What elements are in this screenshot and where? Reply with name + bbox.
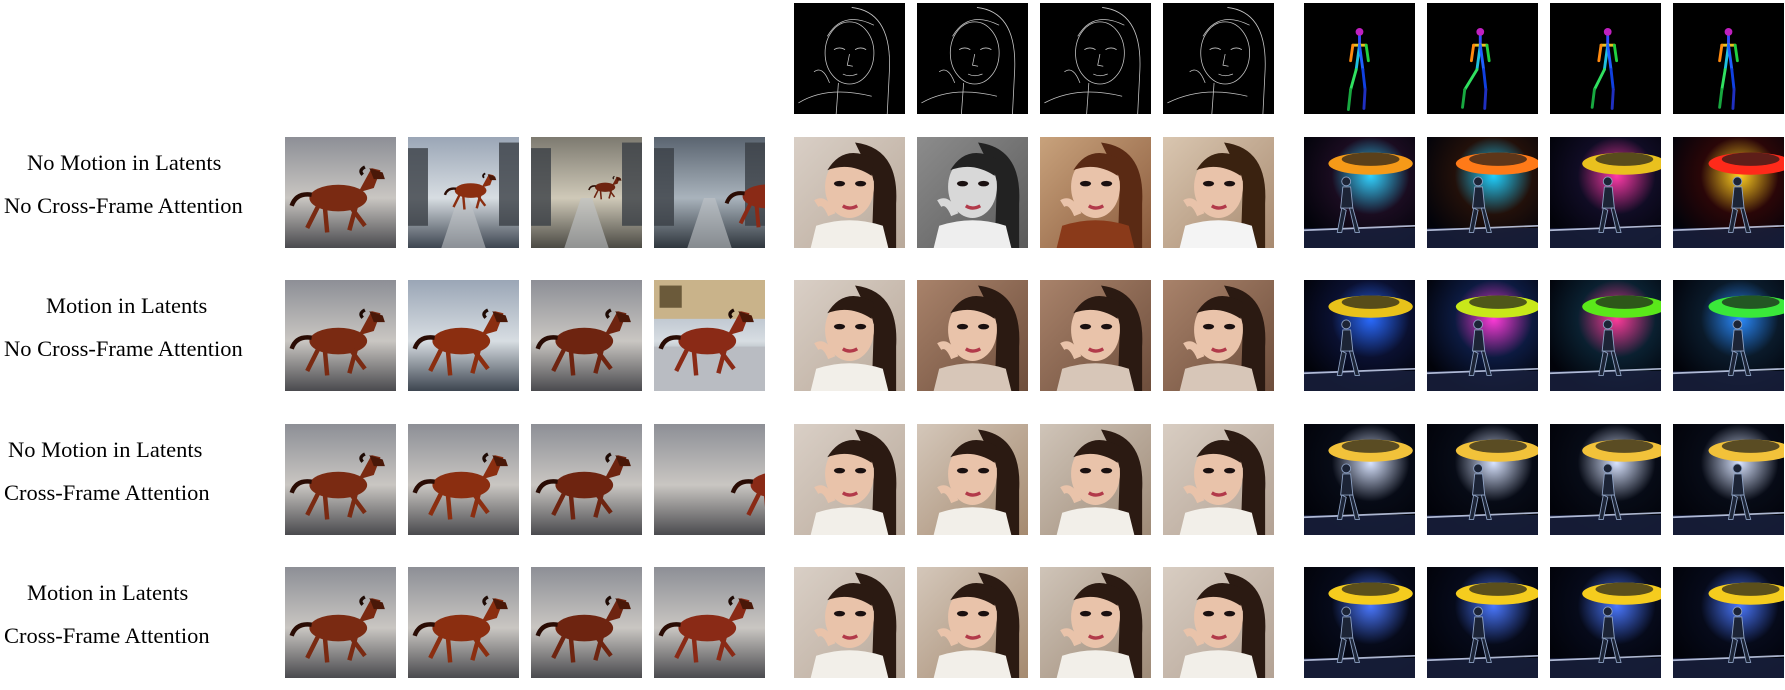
dancer-frame	[1550, 424, 1661, 535]
dancer-frame	[1673, 137, 1784, 248]
portrait-frame	[1040, 137, 1151, 248]
horse-frame	[531, 137, 642, 248]
portrait-frame	[794, 137, 905, 248]
row-label-line2: No Cross-Frame Attention	[4, 193, 243, 218]
pose-skeleton-condition	[1427, 3, 1538, 114]
dancer-frame	[1427, 280, 1538, 391]
row-label-line2: Cross-Frame Attention	[4, 623, 210, 648]
horse-frame	[654, 137, 765, 248]
dancer-frame	[1550, 567, 1661, 678]
horse-frame	[285, 424, 396, 535]
row-label-line1: Motion in Latents	[46, 293, 208, 318]
portrait-frame	[1163, 280, 1274, 391]
portrait-frame	[917, 424, 1028, 535]
portrait-frame	[917, 280, 1028, 391]
edge-map-condition	[1163, 3, 1274, 114]
row-label-line1: Motion in Latents	[27, 580, 189, 605]
horse-frame	[285, 280, 396, 391]
dancer-frame	[1673, 567, 1784, 678]
row-label-line2: No Cross-Frame Attention	[4, 336, 243, 361]
portrait-frame	[1163, 424, 1274, 535]
pose-skeleton-condition	[1550, 3, 1661, 114]
portrait-frame	[1163, 137, 1274, 248]
edge-map-condition	[1040, 3, 1151, 114]
horse-frame	[531, 424, 642, 535]
portrait-frame	[1040, 424, 1151, 535]
edge-map-condition	[794, 3, 905, 114]
row-label-line2: Cross-Frame Attention	[4, 480, 210, 505]
edge-map-condition	[917, 3, 1028, 114]
horse-frame	[531, 567, 642, 678]
dancer-frame	[1673, 280, 1784, 391]
horse-frame	[408, 567, 519, 678]
horse-frame	[408, 424, 519, 535]
horse-frame	[285, 567, 396, 678]
dancer-frame	[1427, 424, 1538, 535]
dancer-frame	[1304, 280, 1415, 391]
portrait-frame	[917, 567, 1028, 678]
horse-frame	[531, 280, 642, 391]
row-label-line1: No Motion in Latents	[27, 150, 222, 175]
portrait-frame	[794, 280, 905, 391]
portrait-frame	[917, 137, 1028, 248]
dancer-frame	[1304, 424, 1415, 535]
pose-skeleton-condition	[1304, 3, 1415, 114]
horse-frame	[654, 567, 765, 678]
row-label: Motion in Latents Cross-Frame Attention	[0, 580, 282, 690]
dancer-frame	[1550, 280, 1661, 391]
dancer-frame	[1304, 567, 1415, 678]
dancer-frame	[1427, 567, 1538, 678]
portrait-frame	[794, 424, 905, 535]
row-label: No Motion in Latents Cross-Frame Attentio…	[0, 437, 282, 547]
dancer-frame	[1427, 137, 1538, 248]
row-label: No Motion in Latents No Cross-Frame Atten…	[0, 150, 282, 260]
portrait-frame	[1040, 567, 1151, 678]
horse-frame	[654, 280, 765, 391]
dancer-frame	[1550, 137, 1661, 248]
dancer-frame	[1673, 424, 1784, 535]
pose-skeleton-condition	[1673, 3, 1784, 114]
horse-frame	[408, 280, 519, 391]
horse-frame	[654, 424, 765, 535]
horse-frame	[408, 137, 519, 248]
portrait-frame	[794, 567, 905, 678]
dancer-frame	[1304, 137, 1415, 248]
horse-frame	[285, 137, 396, 248]
portrait-frame	[1163, 567, 1274, 678]
row-label: Motion in Latents No Cross-Frame Attentio…	[0, 293, 282, 403]
portrait-frame	[1040, 280, 1151, 391]
row-label-line1: No Motion in Latents	[8, 437, 203, 462]
